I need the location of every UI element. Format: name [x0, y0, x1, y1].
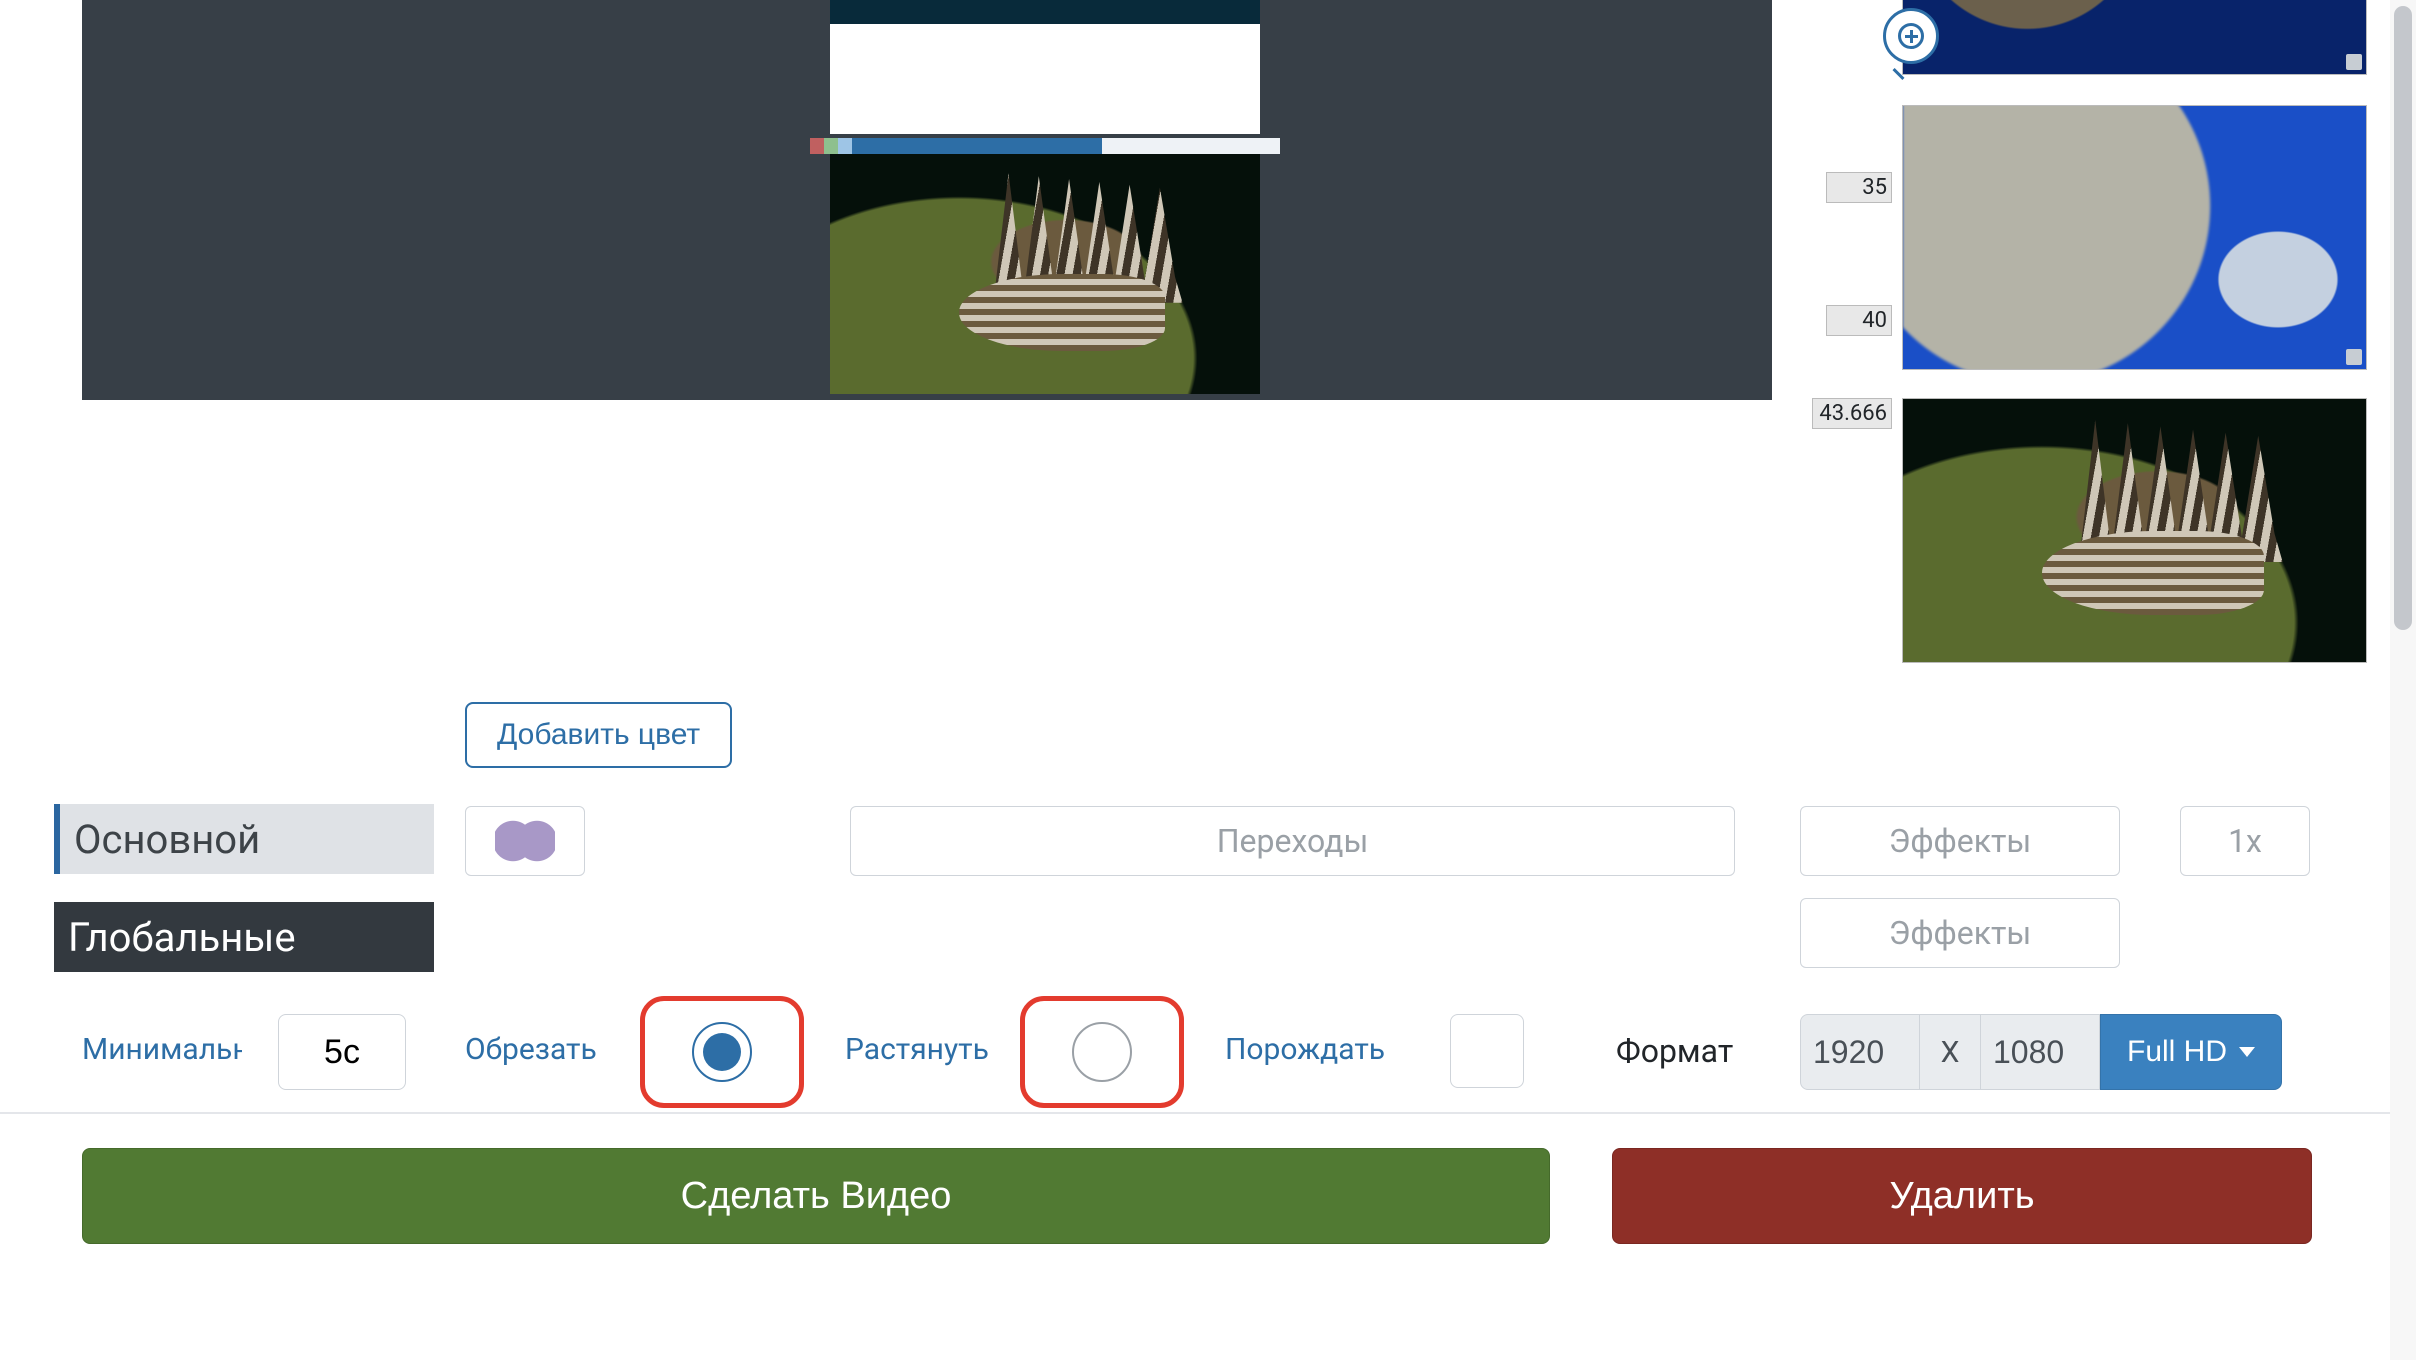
timeline-thumb-1[interactable] [1902, 0, 2367, 75]
resolution-preset-label: Full HD [2127, 1035, 2227, 1069]
height-input[interactable] [1980, 1014, 2100, 1090]
stretch-radio-highlight [1020, 996, 1184, 1108]
footer-bar: Сделать Видео Удалить [0, 1112, 2416, 1360]
lionfish-image [830, 154, 1260, 394]
pattern-thumb-button[interactable] [465, 806, 585, 876]
tab-main[interactable]: Основной [54, 804, 434, 874]
crop-radio[interactable] [692, 1022, 752, 1082]
stretch-label: Растянуть [845, 1032, 989, 1067]
preview-frame-image [830, 154, 1260, 394]
width-input[interactable] [1800, 1014, 1920, 1090]
lionfish-image [1903, 399, 2366, 662]
delete-button[interactable]: Удалить [1612, 1148, 2312, 1244]
effects-select-1[interactable]: Эффекты [1800, 806, 2120, 876]
settings-row: Минимальн Обрезать Растянуть Порождать Ф… [0, 1002, 2416, 1092]
speed-select[interactable]: 1x [2180, 806, 2310, 876]
timeline-tick-35: 35 [1826, 172, 1892, 203]
butterfly-icon [495, 814, 555, 868]
tab-global[interactable]: Глобальные [54, 902, 434, 972]
vertical-scrollbar[interactable] [2390, 0, 2416, 1360]
timeline-thumb-2[interactable] [1902, 105, 2367, 370]
make-video-button[interactable]: Сделать Видео [82, 1148, 1550, 1244]
scrollbar-thumb[interactable] [2394, 6, 2412, 630]
thumb-badge-icon [2346, 349, 2362, 365]
min-duration-label: Минимальн [82, 1032, 242, 1067]
generate-label: Порождать [1225, 1032, 1385, 1067]
dimensions-group: X Full HD [1800, 1014, 2282, 1090]
transitions-select[interactable]: Переходы [850, 806, 1735, 876]
thumb-badge-icon [2346, 54, 2362, 70]
preview-progress-bar[interactable] [810, 138, 1280, 154]
timeline-sidebar: 35 40 43.666 [1892, 0, 2372, 672]
crop-radio-highlight [640, 996, 804, 1108]
add-color-button[interactable]: Добавить цвет [465, 702, 732, 768]
min-duration-input[interactable] [278, 1014, 406, 1090]
dimension-x-label: X [1920, 1014, 1980, 1090]
resolution-preset-button[interactable]: Full HD [2100, 1014, 2282, 1090]
effects-select-2[interactable]: Эффекты [1800, 898, 2120, 968]
chevron-down-icon [2239, 1047, 2255, 1057]
preview-frame-prev-slice [830, 0, 1260, 24]
stretch-radio[interactable] [1072, 1022, 1132, 1082]
crop-label: Обрезать [465, 1032, 597, 1067]
preview-frame-stack [830, 0, 1260, 400]
format-label: Формат [1616, 1032, 1733, 1070]
timeline-thumb-3[interactable] [1902, 398, 2367, 663]
preview-frame-blank [830, 24, 1260, 134]
timeline-tick-43: 43.666 [1812, 398, 1892, 429]
preview-progress-fill [852, 138, 1102, 154]
zoom-in-button[interactable] [1883, 8, 1939, 64]
timeline-tick-40: 40 [1826, 305, 1892, 336]
zoom-in-icon [1898, 23, 1924, 49]
app-root: 35 40 43.666 Добавить цвет Основной Глоб… [0, 0, 2416, 1360]
preview-canvas [82, 0, 1772, 400]
generate-checkbox[interactable] [1450, 1014, 1524, 1088]
controls-panel: Добавить цвет Основной Глобальные Перехо… [0, 672, 2416, 1098]
